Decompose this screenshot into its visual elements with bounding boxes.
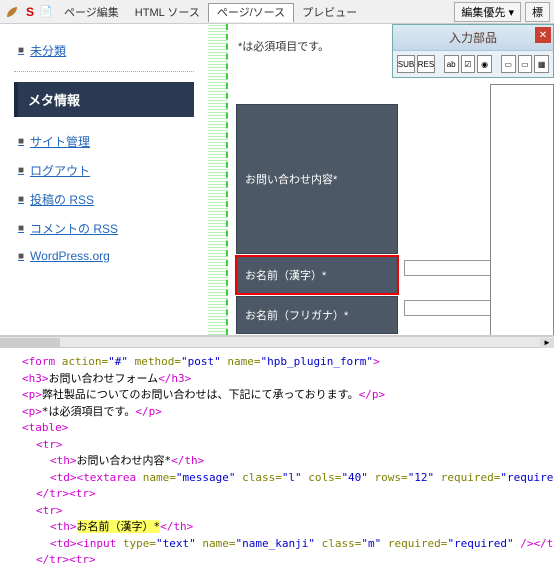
parts-button-1[interactable]: RES bbox=[417, 55, 435, 73]
sidebar-link-0[interactable]: サイト管理 bbox=[14, 127, 194, 156]
sidebar-link-3[interactable]: コメントの RSS bbox=[14, 214, 194, 243]
parts-button-0[interactable]: SUB bbox=[397, 55, 415, 73]
sidebar: 未分類 メタ情報 サイト管理ログアウト投稿の RSSコメントの RSSWordP… bbox=[0, 24, 208, 335]
parts-button-7[interactable]: ▦ bbox=[534, 55, 549, 73]
tab-3[interactable]: プレビュー bbox=[294, 4, 365, 22]
tab-1[interactable]: HTML ソース bbox=[127, 4, 208, 22]
parts-panel-title: 入力部品 ✕ bbox=[393, 25, 553, 51]
sidebar-link-uncategorized[interactable]: 未分類 bbox=[14, 36, 194, 65]
main-split: 未分類 メタ情報 サイト管理ログアウト投稿の RSSコメントの RSSWordP… bbox=[0, 24, 554, 336]
parts-button-5[interactable]: ▭ bbox=[501, 55, 516, 73]
parts-button-4[interactable]: ◉ bbox=[477, 55, 492, 73]
sidebar-header-meta: メタ情報 bbox=[14, 82, 194, 117]
horizontal-scrollbar[interactable]: ◄ ► bbox=[0, 336, 554, 348]
side-panel-box bbox=[490, 84, 554, 335]
edit-priority-button[interactable]: 編集優先 ▾ bbox=[454, 2, 521, 22]
source-code-pane[interactable]: <form action="#" method="post" name="hpb… bbox=[0, 348, 554, 572]
s-label: S bbox=[26, 5, 34, 19]
tab-2[interactable]: ページ/ソース bbox=[208, 3, 294, 22]
doc-icon[interactable]: 📄 bbox=[38, 4, 54, 20]
scroll-thumb[interactable] bbox=[0, 338, 60, 348]
close-icon[interactable]: ✕ bbox=[535, 27, 551, 43]
form-label-0[interactable]: お問い合わせ内容* bbox=[236, 104, 398, 254]
leaf-icon bbox=[4, 4, 20, 20]
form-label-1[interactable]: お名前（漢字）* bbox=[236, 256, 398, 294]
tab-0[interactable]: ページ編集 bbox=[56, 4, 127, 22]
sidebar-link-2[interactable]: 投稿の RSS bbox=[14, 185, 194, 214]
preview-pane: *は必須項目です。 お問い合わせ内容*お名前（漢字）*お名前（フリガナ）*E-M… bbox=[208, 24, 554, 335]
sidebar-link-1[interactable]: ログアウト bbox=[14, 156, 194, 185]
top-toolbar: S 📄 ページ編集HTML ソースページ/ソースプレビュー 編集優先 ▾ 標 bbox=[0, 0, 554, 24]
form-label-2[interactable]: お名前（フリガナ）* bbox=[236, 296, 398, 334]
standard-button[interactable]: 標 bbox=[525, 2, 550, 22]
scroll-right-icon[interactable]: ► bbox=[540, 338, 554, 348]
parts-button-6[interactable]: ▭ bbox=[518, 55, 533, 73]
parts-button-3[interactable]: ☑ bbox=[461, 55, 476, 73]
sidebar-link-4[interactable]: WordPress.org bbox=[14, 243, 194, 269]
divider bbox=[14, 71, 194, 72]
margin-guide bbox=[208, 24, 228, 335]
required-note: *は必須項目です。 bbox=[238, 38, 329, 54]
input-parts-panel: 入力部品 ✕ SUBRESab☑◉▭▭▦ bbox=[392, 24, 554, 78]
parts-button-2[interactable]: ab bbox=[444, 55, 459, 73]
